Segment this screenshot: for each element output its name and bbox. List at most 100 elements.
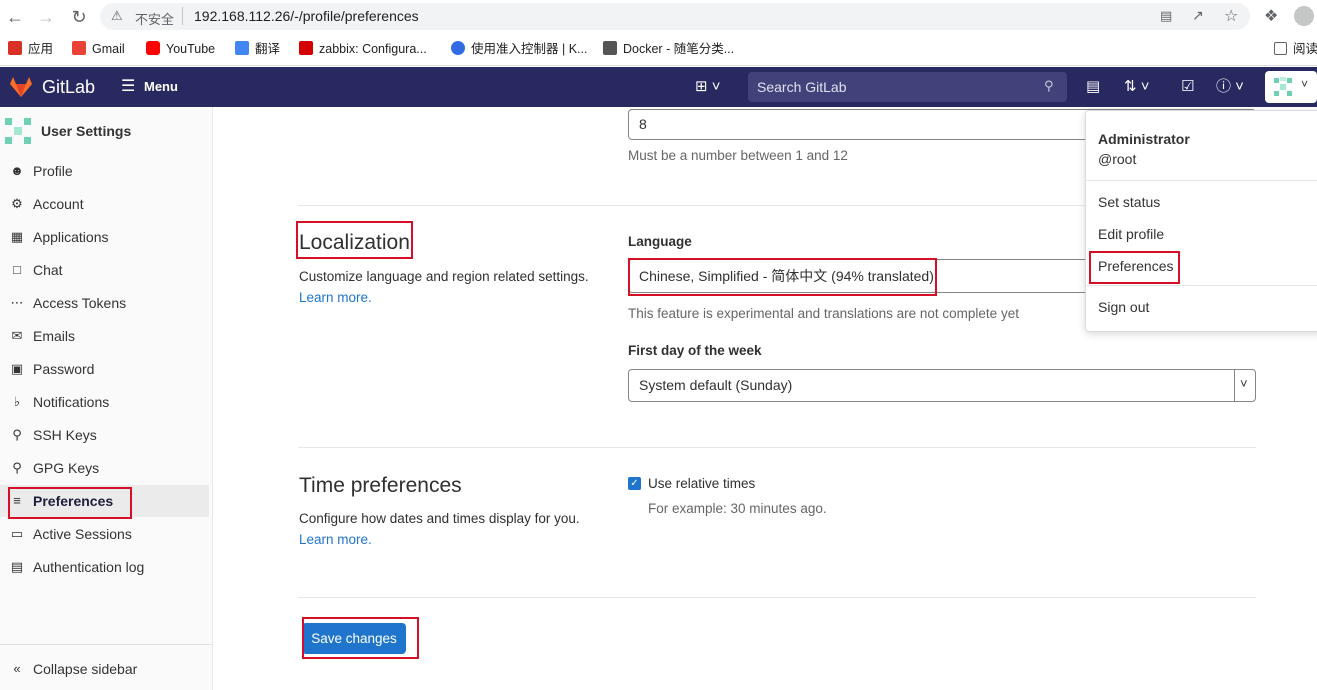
chevron-down-icon: ˅ xyxy=(1301,77,1309,91)
search-input[interactable]: Search GitLab xyxy=(757,79,847,95)
bookmark-docker[interactable]: Docker - 随笔分类... xyxy=(603,39,734,59)
localization-learn-more-link[interactable]: Learn more. xyxy=(299,290,372,305)
share-icon[interactable]: ↗ xyxy=(1192,7,1204,24)
forward-icon[interactable]: → xyxy=(37,8,55,26)
time-preferences-title: Time preferences xyxy=(299,474,462,497)
merge-requests-icon[interactable]: ⇅ ˅ xyxy=(1124,67,1150,107)
new-item-icon[interactable]: ⊞ ˅ xyxy=(695,67,721,107)
help-icon[interactable]: ⓘ ˅ xyxy=(1216,67,1244,107)
avatar xyxy=(1274,77,1292,96)
collapse-sidebar-button[interactable]: «Collapse sidebar xyxy=(0,653,209,685)
bookmark-star-icon[interactable]: ☆ xyxy=(1224,6,1238,26)
issues-icon[interactable]: ▤ xyxy=(1086,67,1100,107)
highlight-box-save xyxy=(302,617,419,659)
token-icon: ⋯ xyxy=(10,295,24,310)
localization-description: Customize language and region related se… xyxy=(299,269,589,284)
relative-times-label[interactable]: Use relative times xyxy=(648,476,755,491)
profile-icon: ☻ xyxy=(10,163,24,178)
url-text: 192.168.112.26/-/profile/preferences xyxy=(194,8,419,24)
menu-button[interactable]: Menu xyxy=(144,67,178,107)
relative-times-example: For example: 30 minutes ago. xyxy=(648,501,827,516)
bookmark-gmail[interactable]: Gmail xyxy=(72,39,125,59)
apps-grid-icon xyxy=(8,41,22,55)
bookmark-kubernetes[interactable]: 使用准入控制器 | K... xyxy=(451,39,587,59)
number-field-hint: Must be a number between 1 and 12 xyxy=(628,148,848,163)
first-day-select[interactable]: System default (Sunday) xyxy=(628,369,1256,402)
first-day-label: First day of the week xyxy=(628,343,762,358)
insecure-label: 不安全 xyxy=(135,12,175,27)
kubernetes-icon xyxy=(451,41,465,55)
gitlab-logo-icon[interactable] xyxy=(9,76,33,98)
browser-profile-icon[interactable] xyxy=(1294,6,1314,26)
back-icon[interactable]: ← xyxy=(6,8,24,26)
account-icon: ⚙ xyxy=(11,196,23,211)
section-divider xyxy=(298,447,1256,448)
bookmark-zabbix[interactable]: zabbix: Configura... xyxy=(299,39,427,59)
sidebar-item-ssh-keys[interactable]: ⚲ SSH Keys xyxy=(0,419,209,451)
sidebar-item-active-sessions[interactable]: ▭ Active Sessions xyxy=(0,518,209,550)
sidebar-item-account[interactable]: ⚙ Account xyxy=(0,188,209,220)
search-icon[interactable]: ⚲ xyxy=(1044,78,1054,94)
address-bar[interactable]: ⚠ 不安全 192.168.112.26/-/profile/preferenc… xyxy=(100,3,1250,30)
time-preferences-description: Configure how dates and times display fo… xyxy=(299,511,580,526)
youtube-icon xyxy=(146,41,160,55)
relative-times-checkbox[interactable]: ✓ xyxy=(628,477,641,490)
highlight-box-language xyxy=(628,258,937,296)
warning-icon: ⚠ xyxy=(111,8,123,23)
sidebar-item-profile[interactable]: ☻ Profile xyxy=(0,155,209,187)
gitlab-header xyxy=(0,67,1317,107)
zabbix-icon xyxy=(299,41,313,55)
chevron-down-icon[interactable]: ˅ xyxy=(1240,376,1248,391)
select-divider xyxy=(1234,370,1235,401)
user-menu-button[interactable]: ˅ xyxy=(1265,71,1317,103)
sidebar-item-notifications[interactable]: ♭ Notifications xyxy=(0,386,209,418)
language-label: Language xyxy=(628,234,692,249)
highlight-box-localization xyxy=(296,221,413,259)
sidebar-item-password[interactable]: ▣ Password xyxy=(0,353,209,385)
double-chevron-left-icon: « xyxy=(13,661,21,676)
bell-icon: ♭ xyxy=(13,394,21,409)
sidebar-item-authentication-log[interactable]: ▤ Authentication log xyxy=(0,551,209,583)
reload-icon[interactable]: ↻ xyxy=(70,8,88,26)
sidebar-item-chat[interactable]: □ Chat xyxy=(0,254,209,286)
sidebar-item-access-tokens[interactable]: ⋯ Access Tokens xyxy=(0,287,209,319)
dropdown-edit-profile[interactable]: Edit profile xyxy=(1098,226,1164,242)
sidebar-item-applications[interactable]: ▦ Applications xyxy=(0,221,209,253)
translate-icon[interactable]: ▤ xyxy=(1160,8,1172,24)
translate-app-icon xyxy=(235,41,249,55)
language-hint: This feature is experimental and transla… xyxy=(628,306,1019,321)
key-icon: ⚲ xyxy=(12,427,22,442)
bookmark-translate[interactable]: 翻译 xyxy=(235,39,280,59)
applications-icon: ▦ xyxy=(10,229,24,244)
section-divider xyxy=(298,597,1256,598)
cnblogs-icon xyxy=(603,41,617,55)
dropdown-user-name[interactable]: Administrator xyxy=(1098,131,1190,147)
highlight-box-preferences-nav xyxy=(8,487,132,519)
todos-icon[interactable]: ☑ xyxy=(1181,67,1194,107)
reading-list-icon xyxy=(1274,42,1287,55)
dropdown-set-status[interactable]: Set status xyxy=(1098,194,1160,210)
gmail-icon xyxy=(72,41,86,55)
dropdown-sign-out[interactable]: Sign out xyxy=(1098,299,1149,315)
lock-icon: ▣ xyxy=(10,361,24,376)
dropdown-divider xyxy=(1086,180,1317,181)
time-learn-more-link[interactable]: Learn more. xyxy=(299,532,372,547)
user-avatar-icon xyxy=(5,118,31,144)
menu-icon[interactable]: ☰ xyxy=(121,67,135,107)
sidebar-title[interactable]: User Settings xyxy=(41,123,131,139)
log-icon: ▤ xyxy=(10,559,24,574)
dropdown-username: @root xyxy=(1098,151,1137,167)
bookmark-apps[interactable]: 应用 xyxy=(8,39,53,59)
gitlab-brand[interactable]: GitLab xyxy=(42,67,95,107)
search-box[interactable]: Search GitLab ⚲ xyxy=(748,72,1067,102)
extensions-icon[interactable]: ❖ xyxy=(1264,6,1278,26)
sidebar-item-gpg-keys[interactable]: ⚲ GPG Keys xyxy=(0,452,209,484)
email-icon: ✉ xyxy=(11,328,23,343)
sidebar-item-emails[interactable]: ✉ Emails xyxy=(0,320,209,352)
highlight-box-dropdown-preferences xyxy=(1089,251,1180,284)
monitor-icon: ▭ xyxy=(10,526,24,541)
chat-icon: □ xyxy=(13,262,21,277)
dropdown-divider xyxy=(1086,285,1317,286)
bookmark-youtube[interactable]: YouTube xyxy=(146,39,215,59)
reading-list[interactable]: 阅读 xyxy=(1274,39,1317,59)
